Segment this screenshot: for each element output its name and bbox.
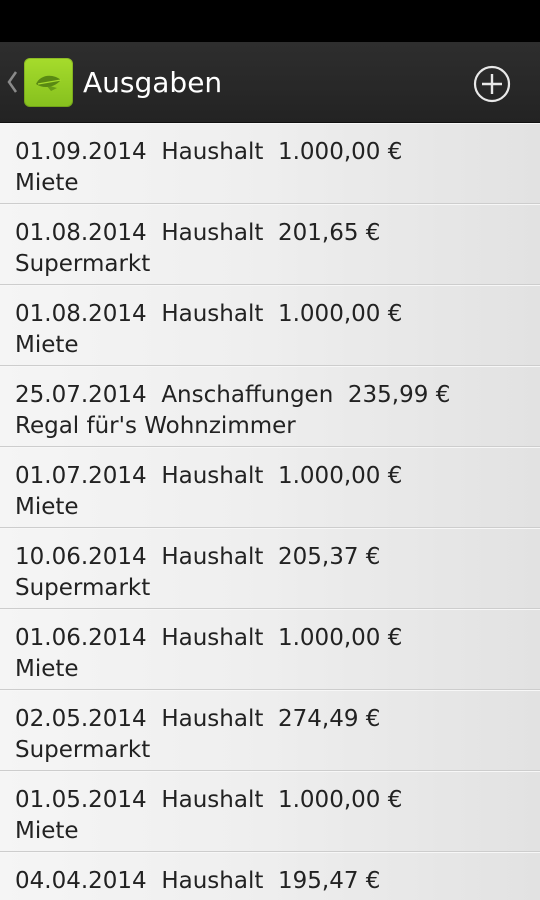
entry-summary: 01.09.2014 Haushalt 1.000,00 €: [15, 137, 540, 168]
entry-description: Miete: [15, 332, 79, 358]
entry-category: Haushalt: [161, 787, 264, 813]
entry-summary: 25.07.2014 Anschaffungen 235,99 €: [15, 380, 540, 411]
entry-amount: 201,65 €: [277, 220, 381, 246]
action-bar: Ausgaben: [0, 42, 540, 123]
list-item[interactable]: 01.07.2014 Haushalt 1.000,00 € Miete: [0, 447, 540, 528]
entry-category: Haushalt: [161, 625, 264, 651]
page-title: Ausgaben: [83, 66, 223, 99]
list-item[interactable]: 01.08.2014 Haushalt 201,65 € Supermarkt: [0, 204, 540, 285]
list-item[interactable]: 02.05.2014 Haushalt 274,49 € Supermarkt: [0, 690, 540, 771]
entry-amount: 1.000,00 €: [277, 787, 403, 813]
entry-category: Haushalt: [161, 139, 264, 165]
entry-date: 01.05.2014: [15, 787, 147, 813]
list-item[interactable]: 01.08.2014 Haushalt 1.000,00 € Miete: [0, 285, 540, 366]
entry-summary: 10.06.2014 Haushalt 205,37 €: [15, 542, 540, 573]
entry-summary: 04.04.2014 Haushalt 195,47 €: [15, 866, 540, 897]
entry-amount: 235,99 €: [347, 382, 451, 408]
entry-date: 10.06.2014: [15, 544, 147, 570]
entry-date: 04.04.2014: [15, 868, 147, 894]
plus-circle-icon[interactable]: [470, 62, 514, 106]
entry-summary: 01.05.2014 Haushalt 1.000,00 €: [15, 785, 540, 816]
entry-category: Haushalt: [161, 868, 264, 894]
status-bar: [0, 0, 540, 42]
entry-category: Haushalt: [161, 220, 264, 246]
entry-summary: 01.08.2014 Haushalt 201,65 €: [15, 218, 540, 249]
list-item[interactable]: 25.07.2014 Anschaffungen 235,99 € Regal …: [0, 366, 540, 447]
entry-summary: 02.05.2014 Haushalt 274,49 €: [15, 704, 540, 735]
entry-date: 01.08.2014: [15, 220, 147, 246]
entry-amount: 1.000,00 €: [277, 301, 403, 327]
entry-summary: 01.06.2014 Haushalt 1.000,00 €: [15, 623, 540, 654]
expense-list: 01.09.2014 Haushalt 1.000,00 € Miete 01.…: [0, 123, 540, 900]
entry-description: Supermarkt: [15, 737, 151, 763]
entry-category: Haushalt: [161, 463, 264, 489]
entry-category: Haushalt: [161, 706, 264, 732]
entry-description: Regal für's Wohnzimmer: [15, 413, 296, 439]
entry-category: Haushalt: [161, 301, 264, 327]
entry-description: Miete: [15, 170, 79, 196]
entry-date: 02.05.2014: [15, 706, 147, 732]
entry-description: Miete: [15, 494, 79, 520]
entry-category: Haushalt: [161, 544, 264, 570]
entry-date: 01.09.2014: [15, 139, 147, 165]
entry-description: Miete: [15, 656, 79, 682]
entry-date: 01.08.2014: [15, 301, 147, 327]
leaf-icon[interactable]: [24, 58, 73, 107]
entry-amount: 274,49 €: [277, 706, 381, 732]
entry-amount: 1.000,00 €: [277, 139, 403, 165]
entry-description: Supermarkt: [15, 575, 151, 601]
entry-description: Supermarkt: [15, 251, 151, 277]
entry-summary: 01.07.2014 Haushalt 1.000,00 €: [15, 461, 540, 492]
entry-date: 01.06.2014: [15, 625, 147, 651]
entry-description: Miete: [15, 818, 79, 844]
list-item[interactable]: 01.09.2014 Haushalt 1.000,00 € Miete: [0, 123, 540, 204]
entry-amount: 1.000,00 €: [277, 463, 403, 489]
entry-summary: 01.08.2014 Haushalt 1.000,00 €: [15, 299, 540, 330]
list-item[interactable]: 01.06.2014 Haushalt 1.000,00 € Miete: [0, 609, 540, 690]
entry-date: 25.07.2014: [15, 382, 147, 408]
list-item[interactable]: 01.05.2014 Haushalt 1.000,00 € Miete: [0, 771, 540, 852]
entry-amount: 195,47 €: [277, 868, 381, 894]
list-item[interactable]: 04.04.2014 Haushalt 195,47 €: [0, 852, 540, 900]
entry-amount: 205,37 €: [277, 544, 381, 570]
list-item[interactable]: 10.06.2014 Haushalt 205,37 € Supermarkt: [0, 528, 540, 609]
chevron-left-icon[interactable]: [6, 70, 18, 94]
entry-date: 01.07.2014: [15, 463, 147, 489]
entry-category: Anschaffungen: [161, 382, 334, 408]
entry-amount: 1.000,00 €: [277, 625, 403, 651]
